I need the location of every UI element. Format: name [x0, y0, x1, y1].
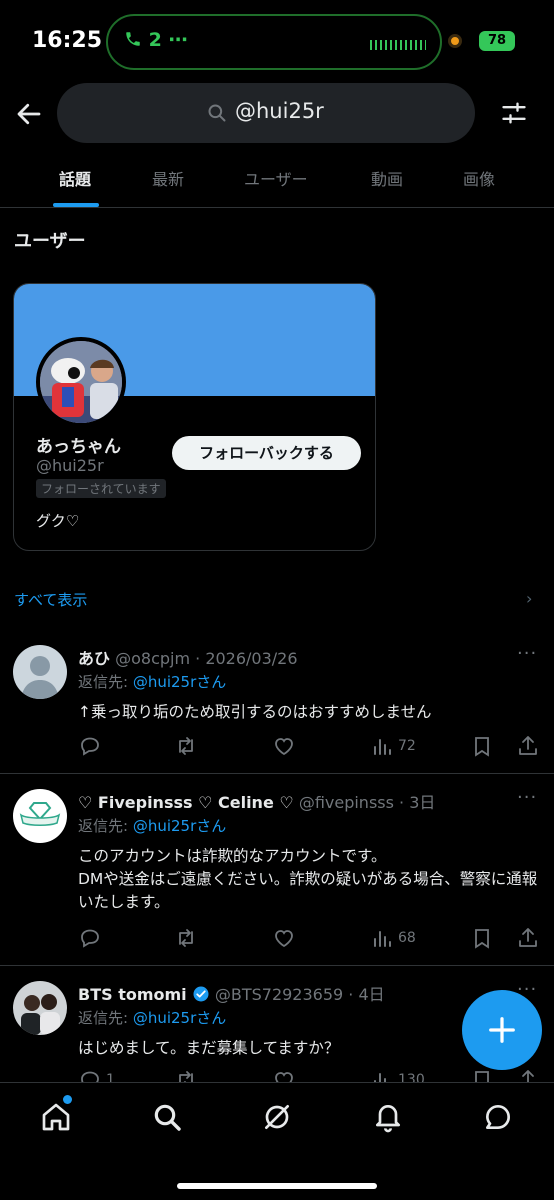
notifications-icon[interactable]	[372, 1101, 404, 1133]
reply-prefix: 返信先:	[78, 817, 133, 835]
tweet-text: このアカウントは詐欺的なアカウントです。 DMや送金はご遠慮ください。詐欺の疑い…	[78, 847, 538, 911]
home-badge-dot	[63, 1095, 72, 1104]
tweet-meta: @fivepinsss · 3日	[298, 793, 436, 812]
views-icon[interactable]: 68	[370, 926, 416, 950]
filter-icon[interactable]	[500, 99, 528, 127]
like-icon[interactable]	[272, 734, 296, 758]
avatar-photo	[40, 341, 122, 423]
call-label: 2 ⋯	[148, 29, 188, 51]
reply-to-handle[interactable]: @hui25rさん	[133, 817, 226, 835]
call-indicator: 2 ⋯	[124, 29, 187, 51]
plus-icon	[489, 1017, 515, 1043]
views-count: 68	[398, 930, 416, 946]
dynamic-island[interactable]: 2 ⋯	[106, 14, 442, 70]
bookmark-icon[interactable]	[470, 734, 494, 758]
explore-search-icon[interactable]	[151, 1101, 183, 1133]
reply-prefix: 返信先:	[78, 1009, 133, 1027]
tab-users[interactable]: ユーザー	[244, 166, 308, 190]
bookmark-icon[interactable]	[470, 926, 494, 950]
default-avatar-icon	[13, 645, 67, 699]
mic-indicator-dot	[448, 34, 462, 48]
search-tabs: 話題 最新 ユーザー 動画 画像	[0, 150, 554, 208]
follows-you-badge: フォローされています	[36, 479, 166, 498]
audio-wave-icon	[370, 40, 426, 50]
tweet-author-name[interactable]: BTS tomomi	[78, 985, 187, 1004]
tweet-author-name[interactable]: あひ	[78, 649, 110, 668]
more-options-icon[interactable]: ···	[517, 787, 537, 808]
tab-videos[interactable]: 動画	[371, 166, 403, 190]
reply-icon[interactable]	[78, 926, 102, 950]
home-indicator[interactable]	[177, 1183, 377, 1189]
user-handle: @hui25r	[36, 456, 104, 475]
messages-icon[interactable]	[482, 1101, 514, 1133]
chevron-right-icon[interactable]: ›	[526, 589, 532, 608]
battery-indicator: 78	[479, 31, 515, 51]
compose-button[interactable]	[462, 990, 542, 1070]
avatar[interactable]	[13, 789, 67, 843]
tweet-header: BTS tomomi @BTS72923659 · 4日	[78, 981, 385, 1005]
tweet[interactable]: ♡ Fivepinsss ♡ Celine ♡ @fivepinsss · 3日…	[0, 787, 554, 966]
reply-prefix: 返信先:	[78, 673, 133, 691]
tweet-author-name[interactable]: ♡ Fivepinsss ♡ Celine ♡	[78, 793, 294, 812]
reply-context: 返信先: @hui25rさん	[78, 815, 226, 836]
like-icon[interactable]	[272, 926, 296, 950]
search-input[interactable]: @hui25r	[57, 83, 475, 143]
more-options-icon[interactable]: ···	[517, 643, 537, 664]
tab-top[interactable]: 話題	[59, 166, 91, 190]
tab-active-indicator	[53, 203, 99, 207]
tweet-actions: 68	[78, 926, 538, 952]
reply-context: 返信先: @hui25rさん	[78, 1007, 226, 1028]
status-bar: 16:25 2 ⋯ 78	[0, 0, 554, 80]
verified-badge-icon	[193, 986, 209, 1002]
tab-latest[interactable]: 最新	[152, 166, 184, 190]
reply-icon[interactable]	[78, 734, 102, 758]
reply-to-handle[interactable]: @hui25rさん	[133, 673, 226, 691]
users-section-title: ユーザー	[14, 231, 86, 252]
retweet-icon[interactable]	[174, 926, 198, 950]
user-card[interactable]: あっちゃん @hui25r フォローされています グク♡ フォローバックする	[13, 283, 376, 551]
avatar[interactable]	[36, 337, 126, 427]
retweet-icon[interactable]	[174, 734, 198, 758]
show-all-link[interactable]: すべて表示	[14, 589, 87, 610]
views-count: 72	[398, 738, 416, 754]
follow-back-button[interactable]: フォローバックする	[172, 436, 361, 470]
tweet-meta: @o8cpjm · 2026/03/26	[115, 649, 298, 668]
user-bio: グク♡	[36, 512, 80, 530]
tweet[interactable]: あひ @o8cpjm · 2026/03/26 ··· 返信先: @hui25r…	[0, 643, 554, 774]
user-name: あっちゃん	[36, 437, 121, 457]
diamond-logo-avatar	[13, 789, 67, 843]
views-icon[interactable]: 72	[370, 734, 416, 758]
tweet-actions: 72	[78, 734, 538, 760]
tweet-meta: @BTS72923659 · 4日	[214, 985, 385, 1004]
avatar[interactable]	[13, 645, 67, 699]
tweet-header: ♡ Fivepinsss ♡ Celine ♡ @fivepinsss · 3日	[78, 789, 435, 813]
share-icon[interactable]	[516, 734, 540, 758]
bottom-nav	[0, 1082, 554, 1200]
back-arrow-icon[interactable]	[14, 99, 44, 129]
avatar[interactable]	[13, 981, 67, 1035]
grok-icon[interactable]	[261, 1101, 293, 1133]
avatar-photo	[13, 981, 67, 1035]
share-icon[interactable]	[516, 926, 540, 950]
search-icon	[208, 104, 226, 122]
phone-icon	[126, 32, 140, 46]
search-query: @hui25r	[235, 99, 324, 123]
tweet-text: ↑乗っ取り垢のため取引するのはおすすめしません	[78, 703, 432, 721]
reply-to-handle[interactable]: @hui25rさん	[133, 1009, 226, 1027]
tweet-header: あひ @o8cpjm · 2026/03/26	[78, 645, 298, 669]
status-time: 16:25	[32, 28, 103, 53]
battery-level: 78	[487, 33, 507, 48]
home-icon[interactable]	[40, 1101, 72, 1133]
tab-images[interactable]: 画像	[463, 166, 495, 190]
reply-context: 返信先: @hui25rさん	[78, 671, 226, 692]
